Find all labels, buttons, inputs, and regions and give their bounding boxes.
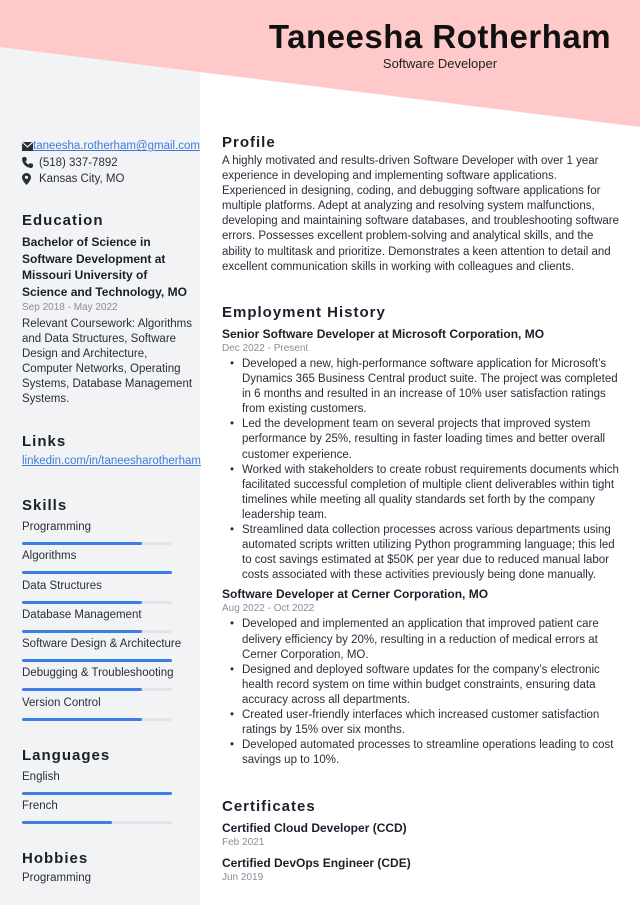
certificate-item: Certified DevOps Engineer (CDE) Jun 2019 [222,855,622,885]
language-label: English [22,771,60,783]
skill-bar-fill [22,629,142,633]
skill-item: Debugging & Troubleshooting [22,665,194,694]
skill-item: Algorithms [22,548,194,577]
contact-email: taneesha.rotherham@gmail.com [22,138,200,155]
profile-section: Profile A highly motivated and results-d… [222,134,622,275]
education-degree: Bachelor of Science in Software Developm… [22,235,187,299]
skill-bar-fill [22,659,172,663]
envelope-icon [22,141,33,151]
job-title: Senior Software Developer at Microsoft C… [222,327,545,341]
job-bullet: Worked with stakeholders to create robus… [230,463,622,523]
job-dates: Aug 2022 - Oct 2022 [222,603,315,615]
phone-icon [22,157,39,169]
skill-bar [22,659,172,663]
job-entry: Senior Software Developer at Microsoft C… [222,326,622,583]
profile-text: A highly motivated and results-driven So… [222,155,620,273]
job-bullet: Designed and deployed software updates f… [230,663,622,708]
links-section: Links linkedin.com/in/taneesharotherham [22,433,201,467]
skill-bar [22,571,172,575]
languages-heading: Languages [22,747,111,764]
hobbies-section: Hobbies Programming [22,850,194,884]
certificates-heading: Certificates [222,798,316,815]
skill-label: Database Management [22,608,142,621]
email-link[interactable]: taneesha.rotherham@gmail.com [33,140,200,152]
skill-item: Version Control [22,695,194,724]
language-label: French [22,800,58,813]
skill-bar-fill [22,717,142,721]
skill-item: Programming [22,519,194,548]
candidate-role: Software Developer [382,56,498,71]
job-bullet: Created user-friendly interfaces which i… [230,708,622,738]
job-entry: Software Developer at Cerner Corporation… [222,586,622,768]
employment-heading: Employment History [222,304,386,321]
hobby-item: Programming [22,872,92,884]
certificate-date: Feb 2021 [222,837,265,848]
skill-bar [22,688,172,692]
skill-item: Data Structures [22,578,194,607]
language-bar-fill [22,821,112,825]
skill-label: Algorithms [22,550,77,563]
job-bullets: Developed a new, high-performance softwa… [230,357,622,583]
certificate-title: Certified Cloud Developer (CCD) [222,821,407,835]
language-item: English [22,769,194,798]
certificates-section: Certificates Certified Cloud Developer (… [222,798,622,885]
education-dates: Sep 2018 - May 2022 [22,302,118,313]
skill-label: Debugging & Troubleshooting [22,667,174,680]
job-bullet: Developed and implemented an application… [230,617,622,662]
certificate-date: Jun 2019 [222,872,264,883]
skill-bar-fill [22,600,142,604]
skills-heading: Skills [22,497,68,514]
skill-bar-fill [22,688,142,692]
job-bullets: Developed and implemented an application… [230,617,622,768]
hobbies-heading: Hobbies [22,850,89,867]
links-heading: Links [22,433,67,450]
employment-section: Employment History Senior Software Devel… [222,304,622,768]
job-bullet: Developed a new, high-performance softwa… [230,357,622,417]
contact-location: Kansas City, MO [22,171,194,188]
skills-section: Skills Programming Algorithms Data Struc… [22,497,194,724]
skill-item: Software Design & Architecture [22,636,194,665]
education-description: Relevant Coursework: Algorithms and Data… [22,318,193,405]
education-heading: Education [22,212,104,229]
skill-bar [22,542,172,545]
skill-label: Programming [22,521,92,533]
skill-bar-fill [22,571,172,575]
skill-bar-fill [22,542,142,545]
skills-list: Programming Algorithms Data Structures D… [22,519,194,724]
language-bar [22,792,172,795]
profile-heading: Profile [222,134,276,151]
job-dates: Dec 2022 - Present [222,343,309,354]
skill-bar [22,600,172,604]
location-text: Kansas City, MO [39,173,125,186]
skill-label: Software Design & Architecture [22,638,182,651]
skill-item: Database Management [22,607,194,636]
contact-phone: (518) 337-7892 [22,155,194,172]
job-bullet: Led the development team on several proj… [230,417,622,462]
education-section: Education Bachelor of Science in Softwar… [22,212,194,407]
skill-bar [22,629,172,633]
phone-text: (518) 337-7892 [39,156,118,169]
job-bullet: Developed automated processes to streaml… [230,738,622,768]
languages-section: Languages English French [22,747,194,828]
job-bullet: Streamlined data collection processes ac… [230,523,622,583]
skill-label: Version Control [22,696,101,709]
candidate-name: Taneesha Rotherham [268,18,612,55]
linkedin-link[interactable]: linkedin.com/in/taneesharotherham [22,455,201,467]
certificate-title: Certified DevOps Engineer (CDE) [222,856,411,870]
header: Taneesha Rotherham Software Developer [200,18,640,71]
contact-list: taneesha.rotherham@gmail.com (518) 337-7… [22,138,200,188]
language-item: French [22,798,194,827]
skill-bar [22,717,172,721]
job-title: Software Developer at Cerner Corporation… [222,587,489,602]
language-bar [22,821,172,825]
certificate-item: Certified Cloud Developer (CCD) Feb 2021 [222,820,622,850]
skill-label: Data Structures [22,579,102,592]
map-pin-icon [22,173,39,186]
language-bar-fill [22,792,172,795]
